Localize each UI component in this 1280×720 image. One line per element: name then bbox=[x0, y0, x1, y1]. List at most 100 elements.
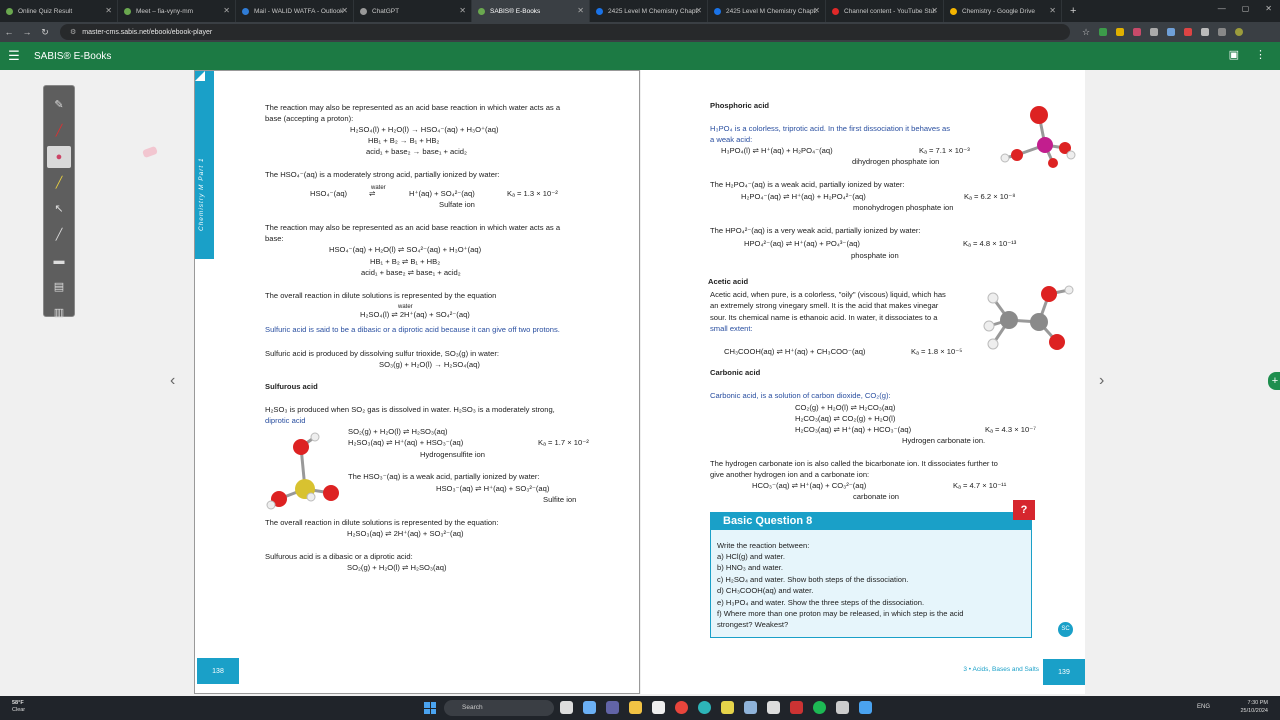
forward-arrow-icon[interactable]: → bbox=[18, 27, 36, 37]
close-tab-icon[interactable]: ✕ bbox=[1049, 6, 1056, 15]
select-tool-icon[interactable]: ✎ bbox=[47, 94, 71, 116]
close-tab-icon[interactable]: ✕ bbox=[341, 6, 348, 15]
highlighter-icon[interactable]: ╱ bbox=[47, 172, 71, 194]
minimize-icon[interactable]: — bbox=[1218, 4, 1226, 13]
snipping-icon[interactable] bbox=[744, 701, 757, 714]
tab-favicon-icon bbox=[596, 7, 603, 15]
close-tab-icon[interactable]: ✕ bbox=[223, 6, 230, 15]
screenshot-tool-icon[interactable]: ▥ bbox=[47, 302, 71, 324]
page-number: 138 bbox=[197, 658, 239, 684]
tab-sabis-ebooks[interactable]: SABIS® E-Books ✕ bbox=[472, 0, 590, 22]
new-tab-button[interactable]: + bbox=[1062, 5, 1084, 17]
paragraph: H₃PO₄ is a colorless, triprotic acid. In… bbox=[710, 124, 951, 133]
equation: H₂SO₄(l) ⇌ 2H⁺(aq) + SO₄²⁻(aq) bbox=[360, 310, 470, 319]
profile-avatar-icon[interactable] bbox=[1235, 28, 1244, 36]
page-number: 139 bbox=[1043, 659, 1085, 685]
more-options-icon[interactable]: ⋮ bbox=[1255, 48, 1266, 61]
reload-icon[interactable]: ↻ bbox=[36, 27, 54, 38]
taskbar-search-box[interactable]: Search bbox=[444, 700, 554, 716]
pointer-tool-icon[interactable]: ↖ bbox=[47, 198, 71, 220]
add-panel-button[interactable]: + bbox=[1268, 372, 1280, 390]
paragraph: diprotic acid bbox=[265, 416, 306, 425]
close-tab-icon[interactable]: ✕ bbox=[459, 6, 466, 15]
close-tab-icon[interactable]: ✕ bbox=[105, 6, 112, 15]
question-line: a) HCl(g) and water. bbox=[717, 552, 785, 561]
equation: HSO₄⁻(aq) bbox=[310, 189, 348, 198]
windows-start-icon[interactable] bbox=[424, 702, 436, 714]
species-name: Hydrogen carbonate ion. bbox=[902, 436, 986, 445]
question-mark-icon: ? bbox=[1013, 500, 1035, 520]
ka-value: Kₐ = 1.7 × 10⁻² bbox=[538, 438, 589, 447]
app-icon[interactable] bbox=[790, 701, 803, 714]
question-line: strongest? Weakest? bbox=[717, 620, 789, 629]
file-explorer-icon[interactable] bbox=[629, 701, 642, 714]
clock[interactable]: 7:30 PM 25/10/2024 bbox=[1240, 699, 1268, 715]
previous-page-arrow-icon[interactable]: ‹ bbox=[170, 372, 175, 390]
paragraph: The reaction may also be represented as … bbox=[265, 223, 561, 232]
extension-icon[interactable] bbox=[1099, 28, 1108, 36]
tab-mail[interactable]: Mail - WALID WATFA - Outlook ✕ bbox=[236, 0, 354, 22]
tab-meet[interactable]: Meet – fia-vyny-mm ✕ bbox=[118, 0, 236, 22]
back-arrow-icon[interactable]: ← bbox=[0, 27, 18, 37]
teams-icon[interactable] bbox=[606, 701, 619, 714]
question-line: f) Where more than one proton may be rel… bbox=[717, 609, 964, 618]
edge-icon[interactable] bbox=[698, 701, 711, 714]
spotify-icon[interactable] bbox=[813, 701, 826, 714]
line-tool-icon[interactable]: ▬ bbox=[47, 250, 71, 272]
paragraph: Sulfuric acid is said to be a dibasic or… bbox=[265, 325, 560, 334]
copilot-icon[interactable] bbox=[583, 701, 596, 714]
extension-icon[interactable] bbox=[1167, 28, 1176, 36]
app-icon[interactable] bbox=[836, 701, 849, 714]
notepad-icon[interactable] bbox=[859, 701, 872, 714]
task-view-icon[interactable] bbox=[560, 701, 573, 714]
maximize-icon[interactable]: ▢ bbox=[1242, 4, 1250, 13]
extension-icon[interactable] bbox=[1184, 28, 1193, 36]
equation: HB₁ + B₂ → B₁ + HB₂ bbox=[368, 136, 440, 145]
extension-icon[interactable] bbox=[1201, 28, 1210, 36]
tab-chatgpt[interactable]: ChatGPT ✕ bbox=[354, 0, 472, 22]
close-tab-icon[interactable]: ✕ bbox=[931, 6, 938, 15]
equation: H₂PO₄⁻(aq) ⇌ H⁺(aq) + H₂PO₄²⁻(aq) bbox=[741, 192, 866, 201]
close-tab-icon[interactable]: ✕ bbox=[813, 6, 820, 15]
paragraph: The overall reaction in dilute solutions… bbox=[265, 291, 497, 300]
section-heading: Carbonic acid bbox=[710, 368, 761, 377]
clear-tool-icon[interactable]: ▤ bbox=[47, 276, 71, 298]
tab-chemistry-chapter-1[interactable]: 2425 Level M Chemistry Chapt. ✕ bbox=[590, 0, 708, 22]
section-heading: Acetic acid bbox=[708, 277, 749, 286]
taskbar-apps bbox=[560, 701, 872, 714]
extension-icon[interactable] bbox=[1150, 28, 1159, 36]
language-indicator[interactable]: ENG bbox=[1197, 704, 1210, 710]
red-pen-icon[interactable]: ╱ bbox=[47, 120, 71, 142]
eraser-tool-icon[interactable]: ● bbox=[47, 146, 71, 168]
species-name: monohydrogen phosphate ion bbox=[853, 203, 954, 212]
extension-icon[interactable] bbox=[1133, 28, 1142, 36]
tab-online-quiz[interactable]: Online Quiz Result ✕ bbox=[0, 0, 118, 22]
annotation-toggle-icon[interactable]: ▣ bbox=[1229, 48, 1239, 61]
pen-tool-icon[interactable]: ╱ bbox=[47, 224, 71, 246]
paragraph: Acetic acid, when pure, is a colorless, … bbox=[710, 290, 946, 299]
store-icon[interactable] bbox=[652, 701, 665, 714]
url-field[interactable]: ⚙ master-cms.sabis.net/ebook/ebook-player bbox=[60, 24, 1070, 40]
chapter-footer: 3 • Acids, Bases and Salts bbox=[963, 666, 1039, 673]
tab-favicon-icon bbox=[360, 7, 367, 15]
close-window-icon[interactable]: ✕ bbox=[1265, 4, 1272, 13]
extensions-puzzle-icon[interactable] bbox=[1218, 28, 1227, 36]
close-tab-icon[interactable]: ✕ bbox=[695, 6, 702, 15]
extension-icon[interactable] bbox=[1116, 28, 1125, 36]
bookmark-star-icon[interactable]: ☆ bbox=[1082, 28, 1090, 37]
next-page-arrow-icon[interactable]: › bbox=[1099, 372, 1104, 390]
app-icon[interactable] bbox=[721, 701, 734, 714]
menu-hamburger-icon[interactable]: ☰ bbox=[0, 48, 28, 64]
close-tab-icon[interactable]: ✕ bbox=[577, 6, 584, 15]
browser-tab-bar: Online Quiz Result ✕ Meet – fia-vyny-mm ✕ … bbox=[0, 0, 1280, 22]
tab-youtube-studio[interactable]: Channel content - YouTube Stu. ✕ bbox=[826, 0, 944, 22]
weather-widget[interactable]: 58°F Clear bbox=[12, 700, 25, 714]
chrome-icon[interactable] bbox=[675, 701, 688, 714]
tab-chemistry-chapter-2[interactable]: 2425 Level M Chemistry Chapt. ✕ bbox=[708, 0, 826, 22]
tab-google-drive[interactable]: Chemistry - Google Drive ✕ bbox=[944, 0, 1062, 22]
app-icon[interactable] bbox=[767, 701, 780, 714]
equation: acid₁ + base₂ → base₁ + acid₂ bbox=[366, 147, 467, 156]
windows-taskbar: 58°F Clear Search ENG 7:30 PM 25/10/2024 bbox=[0, 696, 1280, 720]
paragraph: The H₂PO₄⁻(aq) is a weak acid, partially… bbox=[710, 180, 905, 189]
site-info-icon[interactable]: ⚙ bbox=[70, 28, 76, 36]
